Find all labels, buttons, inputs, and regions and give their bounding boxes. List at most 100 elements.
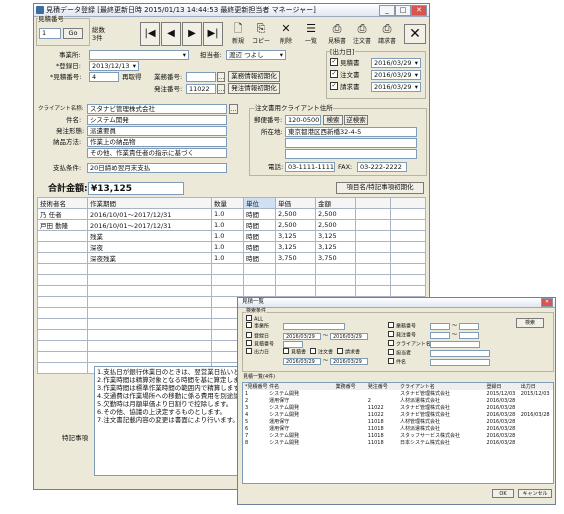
detail-cell[interactable]: 時間 (243, 230, 276, 242)
detail-cell[interactable]: 深夜 (87, 241, 212, 253)
detail-row[interactable]: 深夜残業 1.0 時間 3,750 3,750 (37, 252, 426, 264)
detail-cell[interactable] (390, 208, 426, 220)
detail-cell[interactable]: 1.0 (211, 241, 244, 253)
order-no-to[interactable] (459, 332, 479, 339)
office-select[interactable] (283, 323, 345, 330)
print-order-button[interactable]: ⎙ 注文書 (350, 22, 374, 46)
detail-cell[interactable]: 3,125 (275, 230, 316, 242)
detail-cell[interactable] (275, 285, 316, 297)
zip-reverse-search-button[interactable]: 逆検索 (344, 115, 368, 125)
cancel-button[interactable]: キャンセル (518, 489, 552, 498)
last-record-button[interactable]: ▶| (203, 22, 223, 46)
go-button[interactable]: Go (63, 28, 83, 39)
print-invoice-button[interactable]: ⎙ 請求書 (375, 22, 399, 46)
detail-cell[interactable] (87, 296, 212, 308)
detail-cell[interactable] (37, 230, 88, 242)
staff-check[interactable]: 担当者 (388, 349, 411, 358)
detail-cell[interactable] (87, 340, 212, 352)
detail-cell[interactable] (37, 351, 88, 363)
detail-cell[interactable] (87, 263, 212, 275)
order-no-from[interactable] (430, 332, 450, 339)
register-to[interactable]: 2016/03/29 (330, 333, 368, 340)
maximize-button[interactable]: □ (395, 5, 411, 16)
delivery-input-2[interactable]: その他、作業責任者の指示に基づく (87, 148, 227, 158)
detail-cell[interactable] (37, 340, 88, 352)
detail-cell[interactable] (390, 230, 426, 242)
detail-cell[interactable] (275, 274, 316, 286)
detail-cell[interactable] (355, 252, 391, 264)
detail-cell[interactable] (390, 263, 426, 275)
address-input-3[interactable] (285, 149, 417, 159)
business-no-from[interactable] (430, 323, 450, 330)
first-record-button[interactable]: |◀ (140, 22, 160, 46)
detail-cell[interactable] (390, 274, 426, 286)
detail-row[interactable]: 戸田 勤隆 2016/10/01〜2017/12/31 1.0 時間 2,500 2,50… (37, 219, 426, 231)
out-order-check[interactable]: ✓ 注文書 (330, 70, 360, 79)
estimate-no-from[interactable] (283, 341, 303, 348)
subject-search-input[interactable] (430, 359, 490, 366)
reset-items-button[interactable]: 項目名/特記事項初期化 (336, 182, 424, 194)
order-no-browse[interactable]: … (217, 84, 225, 94)
detail-cell[interactable] (275, 263, 316, 275)
detail-cell[interactable] (355, 219, 391, 231)
detail-cell[interactable] (355, 230, 391, 242)
client-browse[interactable]: … (229, 104, 238, 114)
detail-cell[interactable] (87, 318, 212, 330)
prev-record-button[interactable]: ◀ (161, 22, 181, 46)
detail-cell[interactable] (315, 285, 356, 297)
detail-cell[interactable] (355, 263, 391, 275)
estimate-number-input[interactable]: 4 (89, 72, 119, 82)
detail-cell[interactable] (87, 329, 212, 341)
detail-cell[interactable]: 深夜残業 (87, 252, 212, 264)
register-date-input[interactable]: 2013/12/13 ▾ (89, 61, 139, 71)
detail-cell[interactable] (37, 318, 88, 330)
out-estimate-date[interactable]: 2016/03/29 ▾ (371, 58, 421, 68)
detail-cell[interactable]: 3,125 (315, 230, 356, 242)
print-estimate-button[interactable]: ⎙ 見積書 (325, 22, 349, 46)
order-no-input[interactable]: 11022 (186, 84, 216, 94)
result-row[interactable]: 3 システム開発 11022 スタナビ管理株式会社 2016/03/28 (243, 404, 553, 412)
out-to[interactable]: 2016/03/29 (330, 358, 368, 365)
detail-cell[interactable] (243, 274, 276, 286)
ok-button[interactable]: OK (492, 489, 514, 498)
detail-cell[interactable] (211, 274, 244, 286)
business-no-check[interactable]: 業務番号 (388, 322, 416, 331)
result-row[interactable]: 6 運用保守 11018 人材派遣株式会社 2016/03/28 (243, 425, 553, 433)
out-est-check[interactable]: 見積書 (283, 348, 306, 357)
result-row[interactable]: 7 システム開発 11018 スタッフサービス株式会社 2016/03/28 (243, 432, 553, 440)
register-from[interactable]: 2016/03/29 (283, 333, 321, 340)
detail-cell[interactable]: 残業 (87, 230, 212, 242)
detail-cell[interactable] (243, 285, 276, 297)
business-no-to[interactable] (459, 323, 479, 330)
detail-cell[interactable]: 1.0 (211, 230, 244, 242)
order-type-input[interactable]: 派遣要員 (87, 126, 227, 136)
detail-cell[interactable] (37, 296, 88, 308)
detail-cell[interactable] (37, 362, 88, 374)
detail-cell[interactable] (37, 274, 88, 286)
client-input[interactable]: スタナビ管理株式会社 (87, 104, 227, 114)
detail-cell[interactable] (355, 208, 391, 220)
zip-input[interactable]: 120-0500 (285, 115, 321, 125)
detail-cell[interactable] (390, 241, 426, 253)
detail-cell[interactable]: 2,500 (315, 219, 356, 231)
notes-textarea[interactable]: 1.支払日が銀行休業日のときは、翌営業日払いとします。2.作業時間は精算対象とな… (94, 366, 244, 476)
out-order-date[interactable]: 2016/03/29 ▾ (371, 70, 421, 80)
business-no-input[interactable] (186, 72, 216, 82)
detail-cell[interactable] (355, 274, 391, 286)
output-check[interactable]: 出力日 (246, 348, 269, 357)
detail-cell[interactable] (87, 274, 212, 286)
detail-cell[interactable] (37, 241, 88, 253)
detail-cell[interactable] (243, 263, 276, 275)
payment-input[interactable]: 20日締め翌月末支払 (87, 163, 227, 173)
address-input-2[interactable] (285, 138, 417, 148)
detail-cell[interactable]: 2,500 (315, 208, 356, 220)
detail-row[interactable] (37, 274, 426, 286)
staff-search-select[interactable] (430, 350, 490, 357)
estimate-no-input[interactable]: 1 (39, 28, 61, 39)
detail-cell[interactable]: 時間 (243, 252, 276, 264)
detail-cell[interactable]: 戸田 勤隆 (37, 219, 88, 231)
out-ord-check[interactable]: 注文書 (310, 348, 333, 357)
out-inv-check[interactable]: 請求書 (337, 348, 360, 357)
detail-cell[interactable] (87, 307, 212, 319)
search-close-button[interactable]: ✕ (541, 298, 553, 307)
